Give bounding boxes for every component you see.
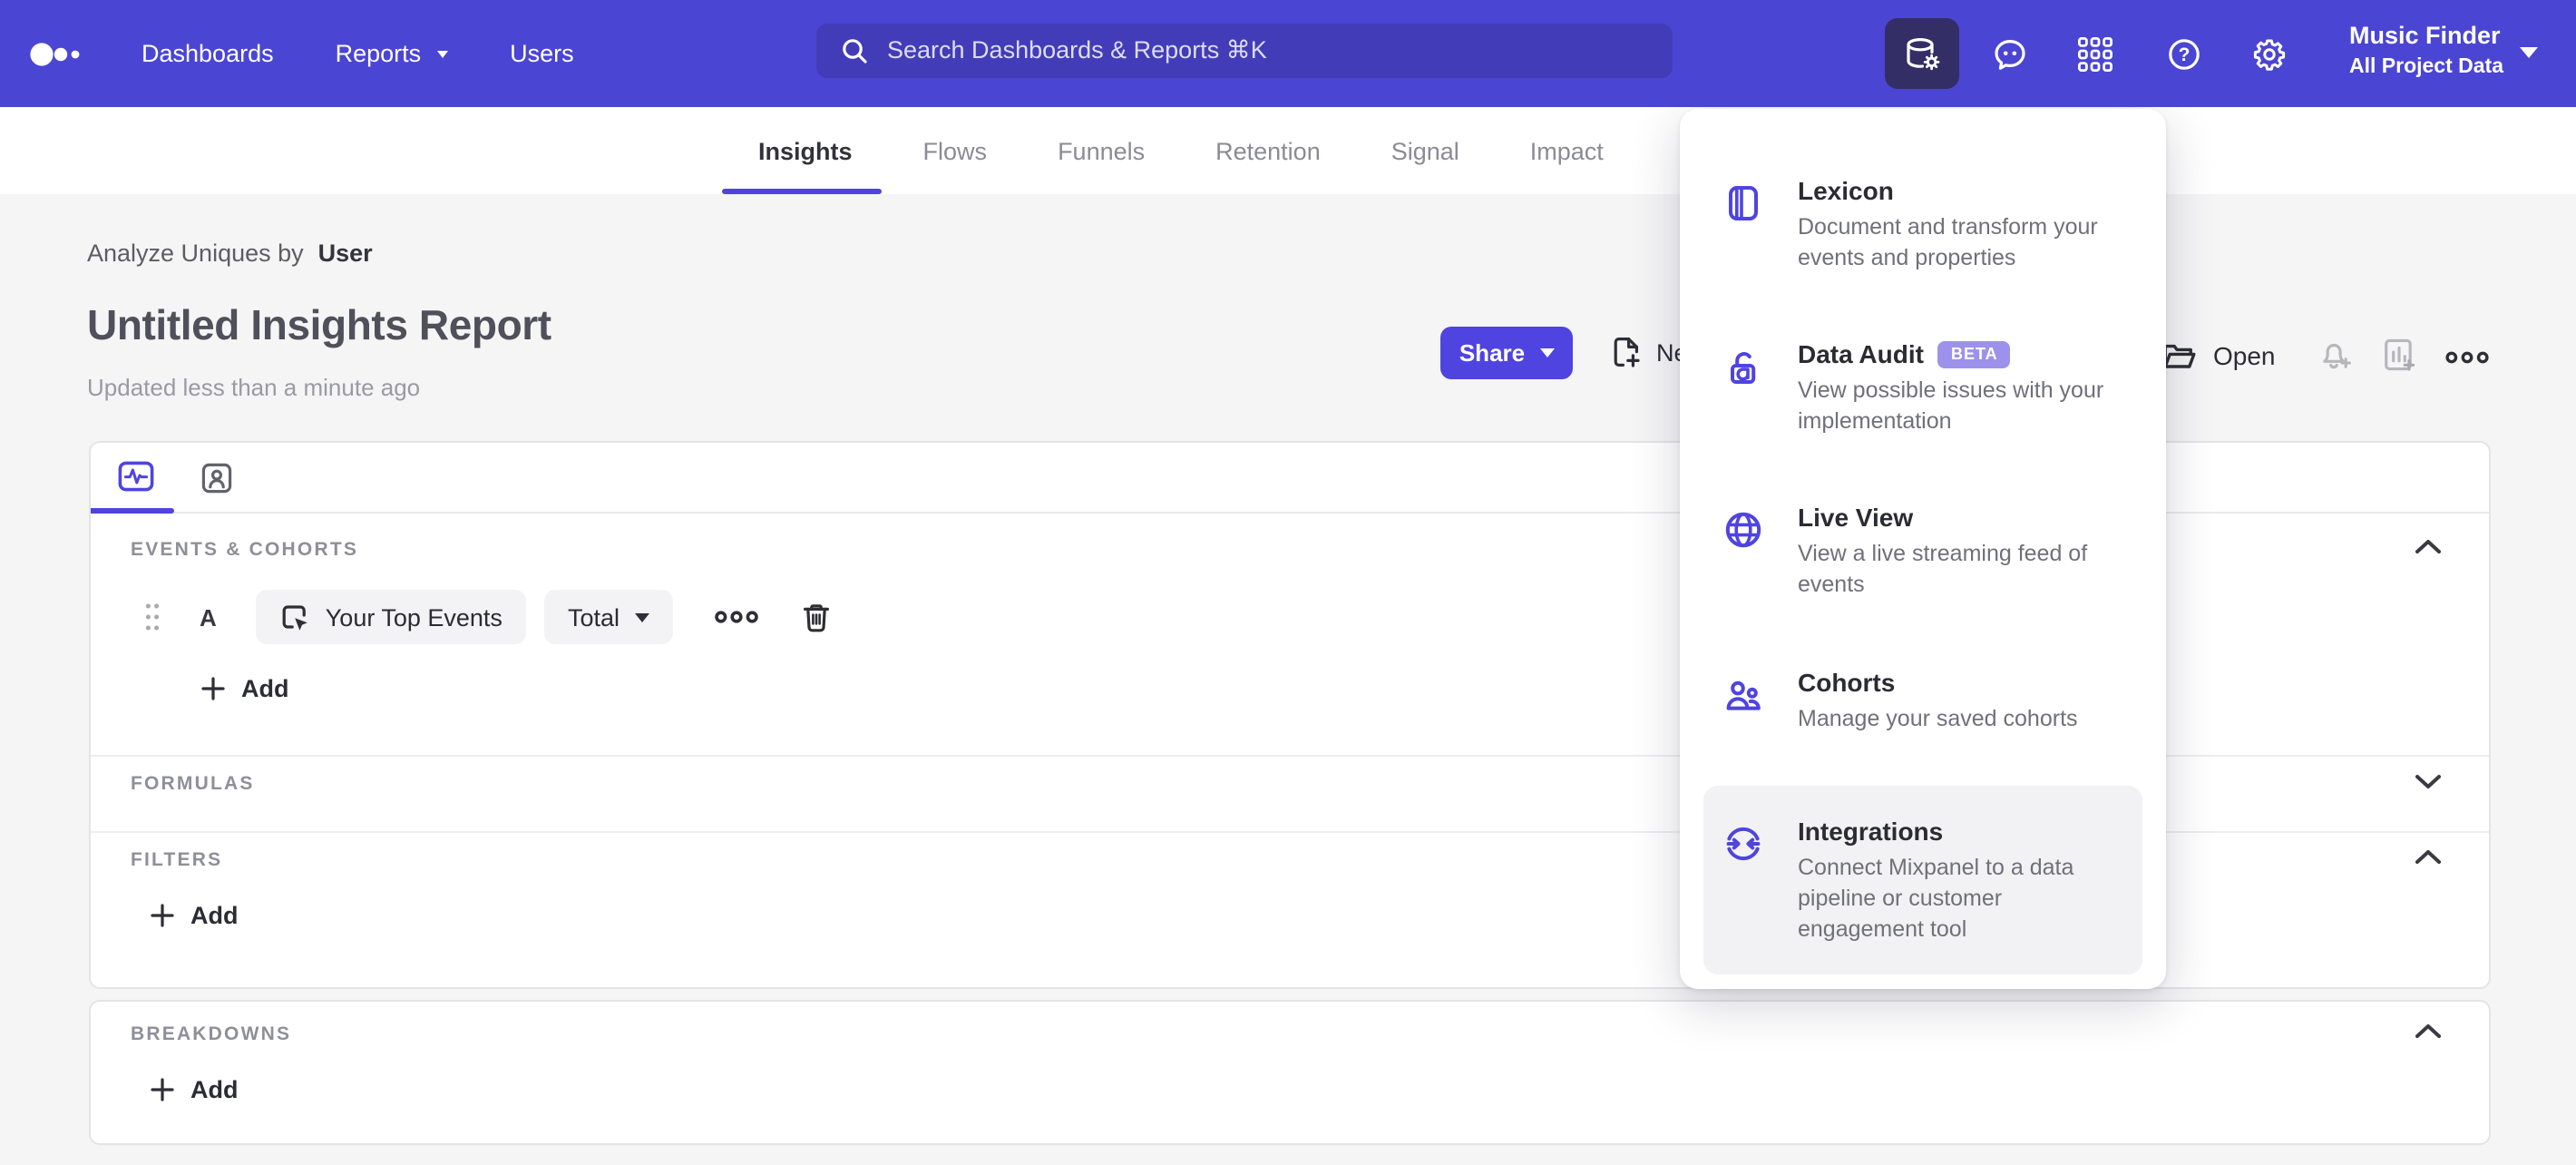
data-management-menu: Lexicon Document and transform your even… [1680,109,2166,989]
tab-funnels[interactable]: Funnels [1058,137,1145,164]
search-icon [843,39,867,64]
breadcrumb-value[interactable]: User [318,240,373,267]
add-filter-button[interactable]: Add [151,902,239,929]
feedback-icon[interactable] [1992,36,2028,73]
tab-retention[interactable]: Retention [1215,137,1321,164]
section-label-formulas: FORMULAS [131,773,255,795]
drag-handle-icon[interactable] [143,602,161,631]
mixpanel-app: Dashboards Reports Users Search Dashboar… [0,0,2576,1165]
collapse-breakdowns-icon[interactable] [2415,1023,2442,1040]
active-tab-underline [722,189,882,194]
sync-arrows-icon [1726,827,1761,861]
database-gear-icon [1906,36,1939,70]
apps-grid-icon[interactable] [2077,36,2113,73]
project-switcher[interactable]: Music Finder All Project Data [2349,20,2503,82]
report-tabbar: Insights Flows Funnels Retention Signal … [0,107,2576,194]
chevron-down-icon [634,612,649,622]
chevron-down-icon [1539,348,1555,357]
event-row: A Your Top Events Total [143,590,832,644]
globe-icon [1725,512,1761,548]
page-title[interactable]: Untitled Insights Report [87,301,551,350]
lock-icon [1731,352,1756,384]
document-plus-icon [1614,338,1640,367]
open-report-button[interactable]: Open [2161,338,2276,374]
chart-pulse-tab-icon[interactable] [118,461,154,492]
primary-nav: Dashboards Reports Users [141,0,574,107]
people-icon [1726,680,1761,710]
tab-insights[interactable]: Insights [758,137,853,164]
menu-item-integrations[interactable]: Integrations Connect Mixpanel to a data … [1703,786,2142,974]
share-button[interactable]: Share [1440,327,1573,379]
collapse-filters-icon[interactable] [2415,849,2442,866]
section-label-filters: FILTERS [131,849,223,871]
breakdowns-card: BREAKDOWNS Add [89,1000,2491,1145]
chevron-down-icon [2520,47,2538,58]
section-label-events: EVENTS & COHORTS [131,539,359,561]
collapse-events-icon[interactable] [2415,539,2442,555]
metric-selector[interactable]: Total [543,590,672,644]
add-event-button[interactable]: Add [201,675,289,702]
menu-item-data-audit[interactable]: Data Audit BETA View possible issues with… [1703,323,2142,452]
settings-gear-icon[interactable] [2251,36,2288,73]
tab-flows[interactable]: Flows [923,137,988,164]
search-placeholder: Search Dashboards & Reports ⌘K [887,36,1267,64]
top-navbar: Dashboards Reports Users Search Dashboar… [0,0,2576,107]
profile-tab-icon[interactable] [201,463,232,494]
global-search-input[interactable]: Search Dashboards & Reports ⌘K [816,24,1673,78]
menu-item-lexicon[interactable]: Lexicon Document and transform your even… [1703,160,2142,289]
menu-item-live-view[interactable]: Live View View a live streaming feed of … [1703,486,2142,615]
breadcrumb: Analyze Uniques by User [87,240,373,267]
plus-icon [151,904,174,927]
nav-reports[interactable]: Reports [336,40,449,67]
project-name: Music Finder [2349,22,2501,49]
nav-dashboards[interactable]: Dashboards [141,40,274,67]
chart-plus-icon[interactable] [2380,336,2418,374]
plus-icon [201,677,225,700]
data-management-button[interactable] [1885,18,1959,89]
tab-signal[interactable]: Signal [1391,137,1459,164]
event-options-icon[interactable] [712,608,759,626]
svg-text:?: ? [2179,44,2191,65]
tab-impact[interactable]: Impact [1530,137,1604,164]
folder-open-icon [2163,344,2196,368]
section-label-breakdowns: BREAKDOWNS [131,1023,292,1045]
series-letter: A [200,603,217,631]
add-breakdown-button[interactable]: Add [151,1076,239,1103]
beta-badge: BETA [1937,340,2011,367]
mixpanel-logo-icon[interactable] [29,40,83,69]
event-selector[interactable]: Your Top Events [256,590,526,644]
more-options-icon[interactable] [2444,348,2491,367]
book-icon [1729,186,1758,220]
plus-icon [151,1078,174,1101]
active-viztab-underline [91,508,174,514]
updated-timestamp: Updated less than a minute ago [87,374,421,401]
metric-name: Total [567,603,620,631]
trash-icon[interactable] [799,601,832,633]
nav-users[interactable]: Users [510,40,574,67]
chevron-down-icon [437,50,449,57]
help-icon[interactable]: ? [2166,36,2202,73]
project-scope: All Project Data [2349,56,2503,78]
event-click-icon [283,604,308,630]
menu-item-cohorts[interactable]: Cohorts Manage your saved cohorts [1703,651,2142,749]
event-name: Your Top Events [325,603,503,631]
expand-formulas-icon[interactable] [2415,773,2442,789]
bell-plus-icon[interactable] [2317,336,2355,374]
